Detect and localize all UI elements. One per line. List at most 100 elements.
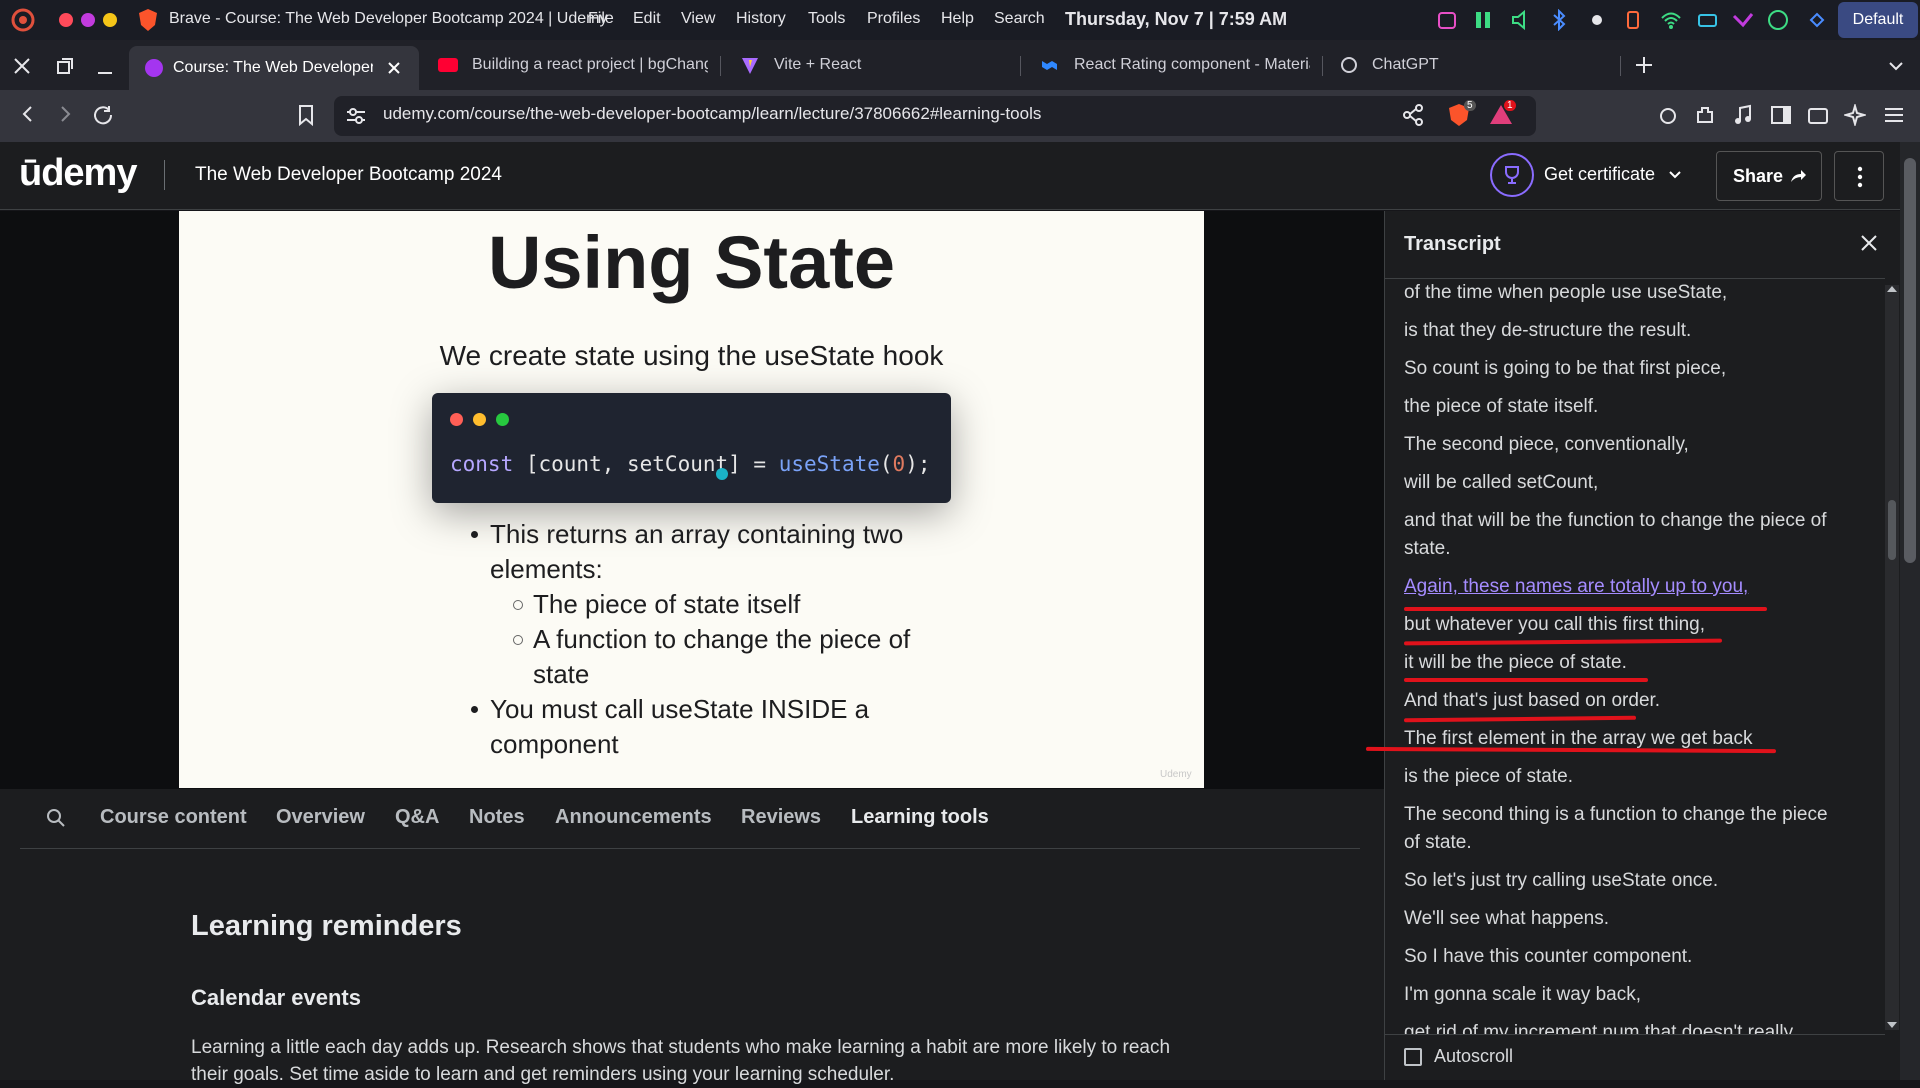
tab-youtube[interactable]: Building a react project | bgChanger — [438, 46, 708, 84]
transcript-scrollbar[interactable] — [1885, 285, 1899, 1030]
tab-vite[interactable]: Vite + React — [740, 46, 1010, 84]
transcript-line[interactable]: And that's just based on order. — [1404, 690, 1660, 712]
leo-ai-icon[interactable] — [1844, 104, 1866, 126]
transcript-line[interactable]: I'm gonna scale it way back, — [1404, 984, 1641, 1006]
clock[interactable]: Thursday, Nov 7 | 7:59 AM — [1065, 9, 1287, 30]
transcript-line-active[interactable]: Again, these names are totally up to you… — [1404, 576, 1748, 598]
reload-icon[interactable] — [92, 104, 114, 126]
volume-tray-icon[interactable] — [1510, 9, 1532, 31]
menu-search[interactable]: Search — [994, 10, 1045, 28]
browser-menu-icon[interactable] — [1883, 104, 1905, 126]
progress-ring[interactable] — [1490, 153, 1534, 197]
transcript-line[interactable]: The second piece, conventionally, — [1404, 434, 1689, 456]
tab-announcements[interactable]: Announcements — [555, 806, 712, 829]
menu-view[interactable]: View — [681, 10, 715, 28]
battery-tray-icon[interactable] — [1697, 9, 1719, 31]
extensions-icon[interactable] — [1694, 104, 1716, 126]
tab-udemy-course[interactable]: Course: The Web Developer Bootcamp 2024 … — [129, 46, 419, 90]
tab-separator — [1020, 56, 1021, 76]
forward-icon[interactable] — [55, 104, 75, 124]
page-scroll-thumb[interactable] — [1904, 158, 1916, 563]
tab-reviews[interactable]: Reviews — [741, 806, 821, 829]
brightness-tray-icon[interactable] — [1586, 9, 1608, 31]
transcript-line[interactable]: So count is going to be that first piece… — [1404, 358, 1726, 380]
wallet-icon[interactable] — [1807, 104, 1829, 126]
tab-separator — [720, 56, 721, 76]
autoscroll-label[interactable]: Autoscroll — [1434, 1046, 1513, 1067]
transcript-line[interactable]: The second thing is a function to change… — [1404, 804, 1828, 826]
autoscroll-checkbox[interactable] — [1404, 1048, 1422, 1066]
scroll-up-icon[interactable] — [1886, 284, 1898, 294]
share-arrow-icon — [1791, 170, 1806, 182]
transcript-line[interactable]: So let's just try calling useState once. — [1404, 870, 1718, 892]
tab-qa[interactable]: Q&A — [395, 806, 439, 829]
tab-overview-icon[interactable] — [55, 56, 75, 76]
share-url-icon[interactable] — [1402, 104, 1424, 126]
menu-history[interactable]: History — [736, 10, 786, 28]
udemy-logo[interactable]: ūdemy — [19, 152, 137, 195]
os-logo-icon[interactable] — [10, 8, 36, 32]
close-tab-strip-icon[interactable] — [12, 56, 32, 76]
url-text[interactable]: udemy.com/course/the-web-developer-bootc… — [383, 104, 1041, 124]
tab-overview[interactable]: Overview — [276, 806, 365, 829]
network-tray-icon[interactable] — [1806, 9, 1828, 31]
wifi-tray-icon[interactable] — [1660, 9, 1682, 31]
profile-button[interactable]: Default — [1838, 2, 1918, 38]
pause-tray-icon[interactable] — [1472, 9, 1494, 31]
transcript-line-partial[interactable]: get rid of my increment num that doesn't… — [1404, 1022, 1793, 1034]
menu-file[interactable]: File — [588, 10, 614, 28]
bookmark-icon[interactable] — [296, 104, 316, 126]
back-icon[interactable] — [18, 104, 38, 124]
get-certificate-label[interactable]: Get certificate — [1544, 164, 1655, 185]
transcript-line[interactable]: the piece of state itself. — [1404, 396, 1598, 418]
transcript-line[interactable]: will be called setCount, — [1404, 472, 1598, 494]
transcript-line[interactable]: it will be the piece of state. — [1404, 652, 1627, 674]
menu-profiles[interactable]: Profiles — [867, 10, 920, 28]
tab-list-chevron-icon[interactable] — [1886, 56, 1906, 76]
transcript-line[interactable]: of state. — [1404, 832, 1472, 854]
battery-saver-tray-icon[interactable] — [1622, 9, 1644, 31]
transcript-line[interactable]: and that will be the function to change … — [1404, 510, 1827, 532]
close-window-icon[interactable] — [59, 13, 73, 27]
transcript-line[interactable]: but whatever you call this first thing, — [1404, 614, 1705, 636]
site-settings-icon[interactable] — [345, 106, 367, 126]
tab-learning-tools[interactable]: Learning tools — [851, 806, 989, 829]
more-options-button[interactable] — [1834, 151, 1884, 201]
code-close: ); — [905, 452, 931, 476]
minimize-window-icon[interactable] — [81, 13, 95, 27]
menu-help[interactable]: Help — [941, 10, 974, 28]
mouse-cursor-icon — [716, 468, 728, 480]
alarm-icon[interactable] — [1657, 104, 1679, 126]
bluetooth-tray-icon[interactable] — [1548, 9, 1570, 31]
menu-edit[interactable]: Edit — [633, 10, 661, 28]
code-keyword: const — [450, 452, 514, 476]
transcript-line[interactable]: is that they de-structure the result. — [1404, 320, 1691, 342]
transcript-line[interactable]: is the piece of state. — [1404, 766, 1573, 788]
transcript-line[interactable]: of the time when people use useState, — [1404, 282, 1727, 304]
transcript-scroll-thumb[interactable] — [1888, 500, 1896, 560]
user-tray-icon[interactable] — [1767, 9, 1789, 31]
transcript-line[interactable]: So I have this counter component. — [1404, 946, 1692, 968]
chevron-down-icon[interactable] — [1668, 168, 1682, 182]
search-icon[interactable] — [46, 808, 66, 828]
share-button[interactable]: Share — [1716, 151, 1822, 201]
scroll-down-icon[interactable] — [1886, 1020, 1898, 1030]
tab-chatgpt[interactable]: ChatGPT — [1340, 46, 1600, 84]
minimize-tab-icon[interactable] — [95, 56, 115, 76]
tab-mui[interactable]: React Rating component - Material UI — [1040, 46, 1316, 84]
maximize-window-icon[interactable] — [103, 13, 117, 27]
transcript-line[interactable]: state. — [1404, 538, 1450, 560]
sidebar-toggle-icon[interactable] — [1770, 104, 1792, 126]
media-icon[interactable] — [1732, 104, 1754, 126]
tab-course-content[interactable]: Course content — [100, 806, 247, 829]
tab-notes[interactable]: Notes — [469, 806, 525, 829]
course-title[interactable]: The Web Developer Bootcamp 2024 — [195, 164, 502, 186]
menu-tools[interactable]: Tools — [808, 10, 845, 28]
check-tray-icon[interactable] — [1732, 9, 1754, 31]
close-tab-icon[interactable] — [387, 61, 401, 75]
close-transcript-icon[interactable] — [1860, 234, 1878, 252]
calendar-tray-icon[interactable] — [1436, 9, 1458, 31]
sub-bullet-1: The piece of state itself — [533, 589, 801, 619]
transcript-line[interactable]: We'll see what happens. — [1404, 908, 1609, 930]
new-tab-icon[interactable] — [1634, 55, 1654, 75]
